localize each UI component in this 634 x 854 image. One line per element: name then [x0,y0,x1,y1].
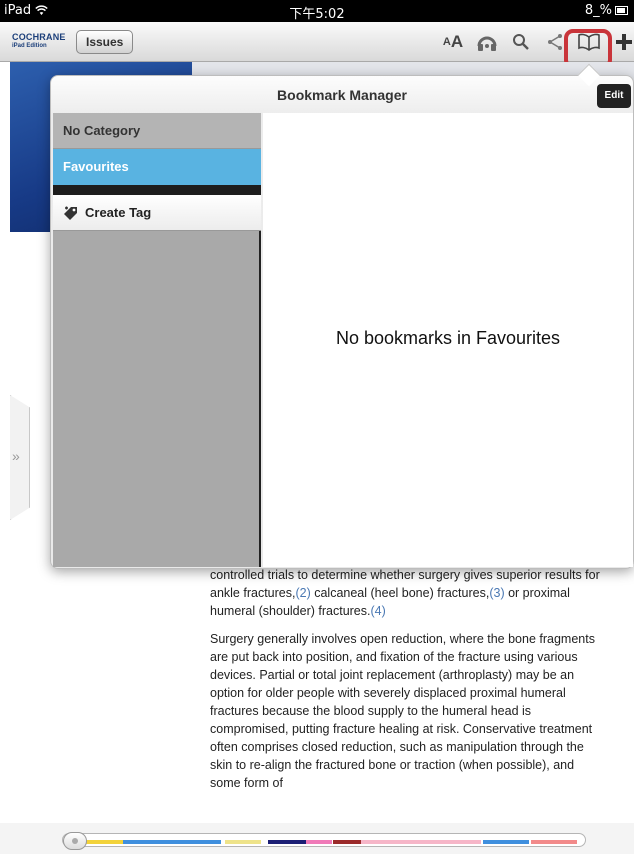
expand-arrow-icon: » [12,448,20,464]
article-paragraph: Surgery generally involves open reductio… [210,632,595,790]
page-scrubber [0,823,634,854]
scrubber-segment [225,840,261,844]
scrubber-segment [268,840,306,844]
bookmark-manager-popover: Bookmark Manager Edit No Category Favour… [50,75,634,569]
scrubber-segment [85,840,123,844]
scrubber-segment [333,840,361,844]
sidebar-divider [53,185,261,195]
battery-icon [615,6,628,15]
scrubber-segment [306,840,332,844]
scrubber-segment [123,840,221,844]
scrubber-segment [483,840,529,844]
scrubber-knob[interactable] [63,832,87,850]
tag-icon [64,206,77,220]
edit-button[interactable]: Edit [597,84,631,108]
audio-icon[interactable] [474,30,500,54]
status-bar: iPad 下午5:02 8_% [0,0,634,22]
category-no-category[interactable]: No Category [53,113,261,149]
add-icon[interactable] [614,30,634,54]
font-size-icon[interactable]: AA [440,30,466,54]
expand-sidebar-tab[interactable]: » [10,395,30,520]
scrubber-segment [531,840,577,844]
app-toolbar: COCHRANE iPad Edition Issues AA [0,22,634,69]
article-paragraph: controlled trials to determine whether s… [210,566,600,620]
article-body: controlled trials to determine whether s… [210,566,600,802]
scrubber-segment [361,840,481,844]
clock: 下午5:02 [289,7,345,22]
battery-percent: 8_% [584,3,612,18]
article-text: calcaneal (heel bone) fractures, [310,586,490,600]
cochrane-logo: COCHRANE iPad Edition [12,33,66,51]
logo-title: COCHRANE [12,32,66,42]
font-big-glyph: A [450,32,464,51]
share-icon[interactable] [544,30,566,54]
popover-title: Bookmark Manager [277,87,407,103]
font-small-glyph: A [442,36,451,48]
scrubber-track[interactable] [62,833,586,847]
create-tag-label: Create Tag [85,204,152,220]
reference-link[interactable]: (3) [489,586,504,600]
reference-link[interactable]: (2) [295,586,310,600]
create-tag-button[interactable]: Create Tag [53,195,261,231]
issues-button[interactable]: Issues [76,30,134,54]
search-icon[interactable] [510,30,532,54]
logo-subtitle: iPad Edition [12,43,47,49]
category-sidebar: No Category Favourites Create Tag [53,113,261,567]
bookmark-list-pane: No bookmarks in Favourites [263,113,633,567]
reference-link[interactable]: (4) [370,604,385,618]
empty-state-message: No bookmarks in Favourites [335,328,561,348]
category-favourites[interactable]: Favourites [53,149,261,185]
